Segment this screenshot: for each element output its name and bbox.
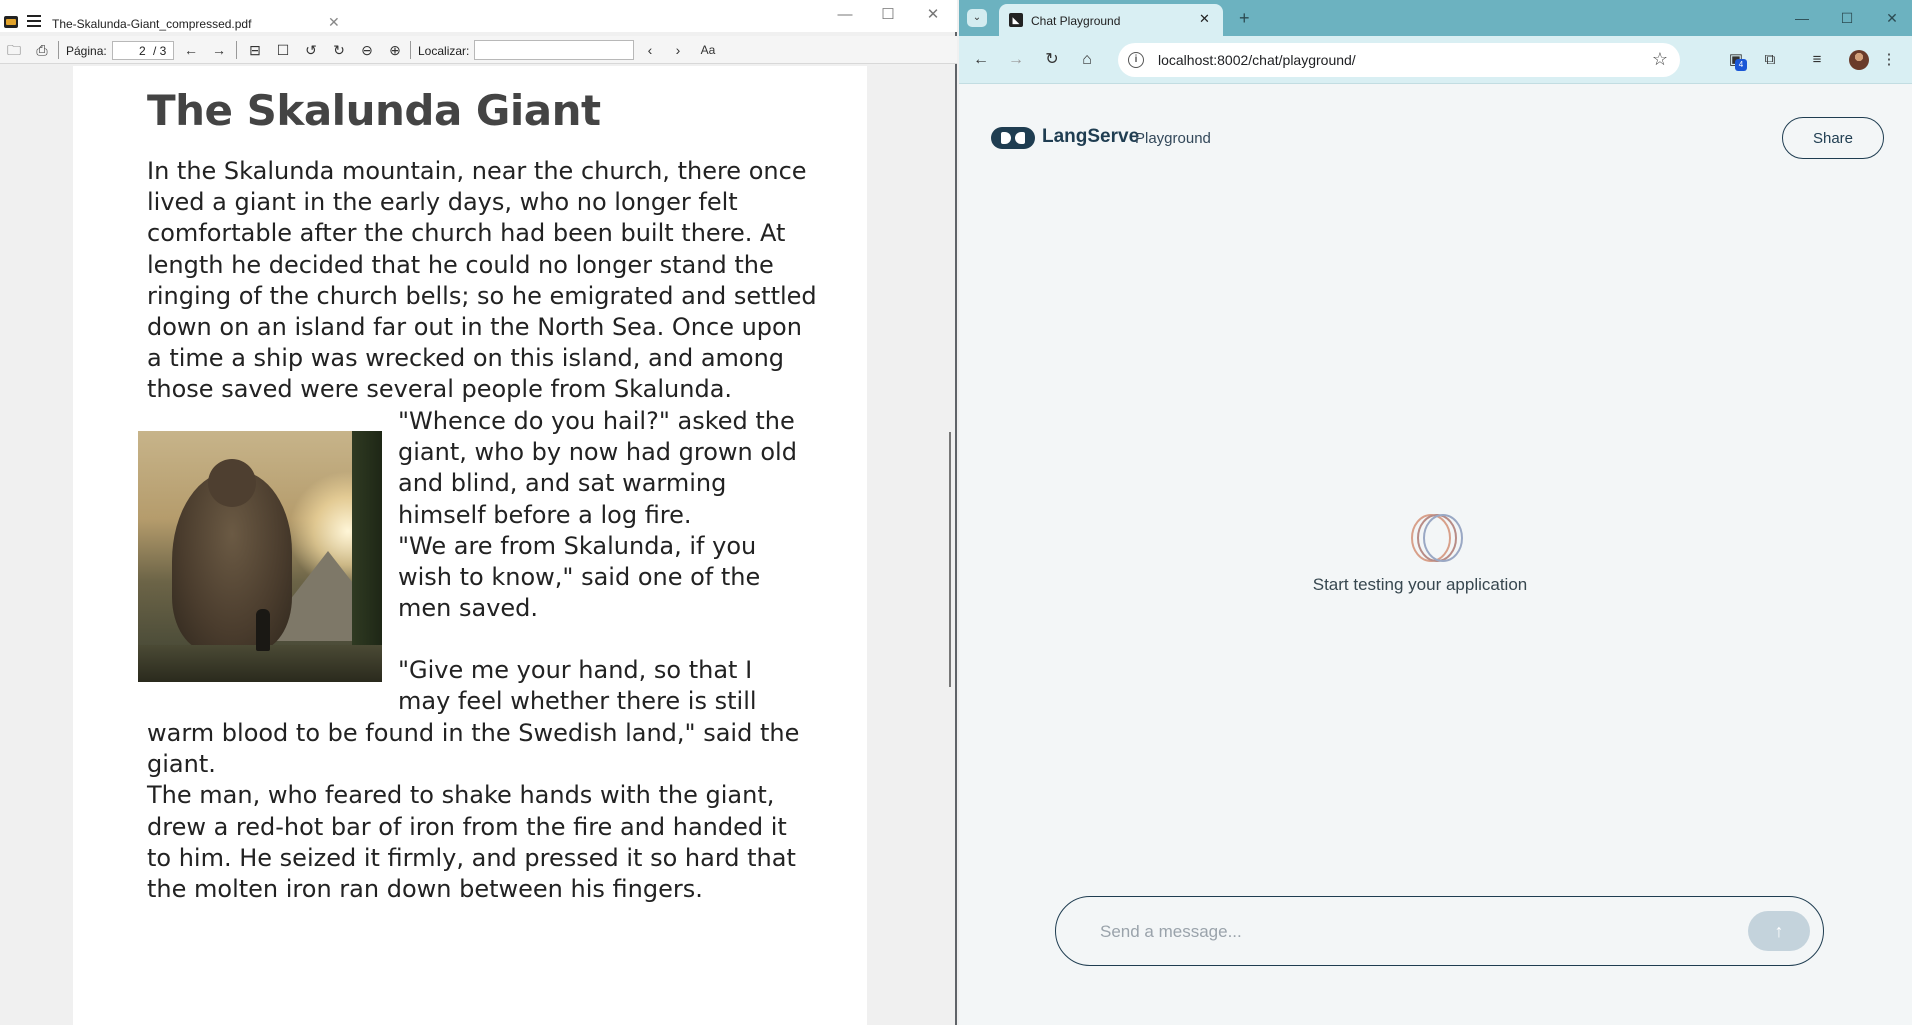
kebab-menu-icon[interactable]: ⋮ [1878, 49, 1900, 71]
text-line: and blind, and sat warming [398, 469, 727, 498]
text-line: down on an island far out in the North S… [147, 313, 802, 341]
app-name: LangServe [1042, 126, 1140, 147]
tab-search-chevron-icon[interactable]: ⌄ [967, 9, 987, 27]
extension-badge: 4 [1735, 59, 1747, 71]
minimize-icon[interactable]: — [830, 4, 860, 26]
toolbar-divider [410, 41, 411, 59]
app-subtitle: Playground [1135, 130, 1211, 147]
reload-icon[interactable]: ↻ [1042, 50, 1062, 70]
favicon-icon: ◣ [1009, 13, 1023, 27]
text-line: drew a red-hot bar of iron from the fire… [147, 812, 787, 841]
tab-title: Chat Playground [1031, 14, 1121, 28]
text-line: "We are from Skalunda, if you [398, 531, 757, 560]
text-line: In the Skalunda mountain, near the churc… [147, 157, 807, 185]
rotate-right-icon[interactable]: ↻ [330, 41, 348, 59]
find-label: Localizar: [418, 44, 470, 58]
new-tab-plus-icon[interactable]: + [1239, 8, 1250, 29]
chevron-right-icon[interactable]: › [669, 41, 687, 59]
fit-width-icon[interactable]: ⊟ [246, 41, 264, 59]
toolbar-divider [236, 41, 237, 59]
url-text: localhost:8002/chat/playground/ [1158, 52, 1356, 68]
minimize-icon[interactable]: — [1787, 7, 1817, 29]
current-page: 2 [139, 44, 146, 58]
text-line: "Give me your hand, so that I [398, 656, 753, 684]
text-line: The man, who feared to shake hands with … [147, 781, 775, 810]
extension-icon[interactable]: ▣4 [1725, 49, 1747, 71]
arrow-right-icon[interactable]: → [210, 41, 228, 59]
text-line: giant. [147, 750, 216, 779]
document-heading: The Skalunda Giant [147, 86, 601, 135]
close-window-icon[interactable]: ✕ [1877, 7, 1907, 29]
media-controls-icon[interactable]: ≡ [1806, 49, 1828, 71]
text-line: lived a giant in the early days, who no … [147, 188, 738, 217]
text-case-icon[interactable]: Aa [697, 41, 719, 59]
tab-chat-playground[interactable]: ◣ Chat Playground ✕ [999, 4, 1223, 36]
open-folder-icon[interactable]: 🗀 [5, 41, 23, 59]
tab-strip: ⌄ ◣ Chat Playground ✕ + — ☐ ✕ [959, 0, 1912, 36]
page-number-input[interactable]: 2 / 3 [112, 41, 174, 60]
fit-page-icon[interactable]: ☐ [274, 41, 292, 59]
text-line: giant, who by now had grown old [398, 438, 797, 467]
pdf-toolbar: 🗀 ⎙ Página: 2 / 3 ← → ⊟ ☐ ↺ ↻ ⊖ ⊕ Locali… [0, 36, 957, 64]
puzzle-extensions-icon[interactable]: ⧉ [1759, 49, 1781, 71]
text-line: warm blood to be found in the Swedish la… [147, 719, 800, 747]
pdf-scrollbar[interactable] [949, 432, 951, 687]
rotate-left-icon[interactable]: ↺ [302, 41, 320, 59]
pdf-viewer-window: The-Skalunda-Giant_compressed.pdf ✕ — ☐ … [0, 0, 957, 1025]
zoom-in-icon[interactable]: ⊕ [386, 41, 404, 59]
browser-window: ⌄ ◣ Chat Playground ✕ + — ☐ ✕ ← → ↻ ⌂ i … [959, 0, 1912, 1025]
text-line: may feel whether there is still [398, 687, 757, 716]
chevron-left-icon[interactable]: ‹ [641, 41, 659, 59]
pdf-app-logo-icon [4, 16, 18, 28]
share-button[interactable]: Share [1782, 117, 1884, 159]
navigation-bar: ← → ↻ ⌂ i localhost:8002/chat/playground… [959, 36, 1912, 84]
text-line: to him. He seized it firmly, and pressed… [147, 843, 796, 872]
zoom-out-icon[interactable]: ⊖ [358, 41, 376, 59]
langserve-logo-icon [991, 127, 1035, 149]
send-button[interactable]: ↑ [1748, 911, 1810, 951]
text-line: comfortable after the church had been bu… [147, 219, 786, 248]
pdf-page: The Skalunda Giant In the Skalunda mount… [73, 66, 867, 1025]
close-window-icon[interactable]: ✕ [918, 4, 948, 26]
close-tab-icon[interactable]: ✕ [1199, 11, 1210, 27]
close-icon[interactable]: ✕ [328, 14, 340, 31]
message-input[interactable] [1100, 919, 1700, 945]
bookmark-star-icon[interactable]: ☆ [1652, 49, 1668, 70]
hamburger-menu-icon[interactable] [27, 15, 41, 27]
forward-arrow-icon[interactable]: → [1006, 50, 1026, 70]
back-arrow-icon[interactable]: ← [971, 50, 991, 70]
maximize-icon[interactable]: ☐ [1832, 7, 1862, 29]
text-line: a time a ship was wrecked on this island… [147, 344, 785, 373]
site-info-icon[interactable]: i [1128, 52, 1144, 68]
text-line: men saved. [398, 594, 539, 623]
text-line: himself before a log fire. [398, 500, 692, 529]
find-input[interactable] [474, 40, 634, 60]
rings-icon [1411, 514, 1463, 562]
page-label: Página: [66, 44, 107, 58]
arrow-up-icon: ↑ [1774, 920, 1784, 941]
home-icon[interactable]: ⌂ [1077, 50, 1097, 70]
profile-avatar[interactable] [1849, 50, 1869, 70]
address-bar[interactable]: i localhost:8002/chat/playground/ ☆ [1118, 43, 1680, 77]
text-line: "Whence do you hail?" asked the [398, 407, 795, 435]
empty-state-text: Start testing your application [1312, 575, 1528, 594]
total-pages: / 3 [153, 44, 167, 58]
arrow-left-icon[interactable]: ← [182, 41, 200, 59]
toolbar-divider [58, 41, 59, 59]
pdf-tab-title[interactable]: The-Skalunda-Giant_compressed.pdf [52, 17, 251, 31]
text-line: the molten iron ran down between his fin… [147, 875, 703, 903]
message-composer: ↑ [1055, 896, 1824, 966]
text-line: ringing of the church bells; so he emigr… [147, 281, 817, 310]
text-line: wish to know," said one of the [398, 563, 761, 591]
maximize-icon[interactable]: ☐ [873, 4, 903, 26]
text-line: those saved were several people from Ska… [147, 375, 733, 404]
pdf-titlebar: The-Skalunda-Giant_compressed.pdf ✕ — ☐ … [0, 0, 957, 32]
text-line: length he decided that he could no longe… [147, 250, 774, 279]
print-icon[interactable]: ⎙ [33, 41, 51, 59]
giant-illustration [138, 431, 382, 682]
